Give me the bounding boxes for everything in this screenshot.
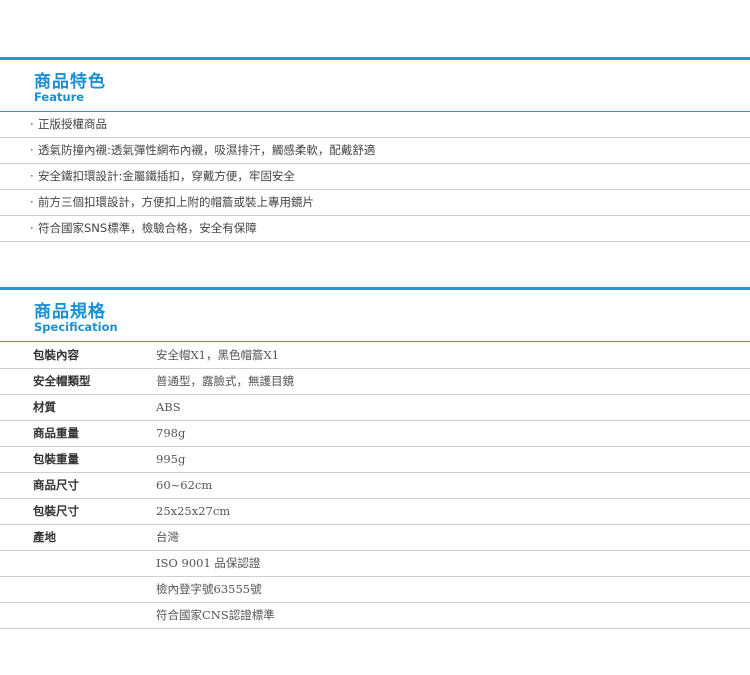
bullet-icon: ·: [30, 195, 34, 209]
feature-item-text: 正版授權商品: [38, 117, 107, 131]
spec-table: 包裝內容 安全帽X1，黑色帽簷X1 安全帽類型 普通型，露臉式，無護目鏡 材質 …: [0, 342, 750, 629]
spec-label: [0, 550, 156, 577]
spec-value: 檢內登字號63555號: [156, 576, 750, 603]
spec-value: 普通型，露臉式，無護目鏡: [156, 368, 750, 395]
spec-section: 商品規格 Specification 包裝內容 安全帽X1，黑色帽簷X1 安全帽…: [0, 287, 750, 629]
feature-item-text: 安全鐵扣環設計:金屬鐵插扣，穿戴方便，牢固安全: [38, 169, 295, 183]
spec-value: ISO 9001 品保認證: [156, 550, 750, 577]
spec-label: [0, 602, 156, 629]
spec-label: 商品重量: [0, 420, 156, 447]
bullet-icon: ·: [30, 143, 34, 157]
feature-item: · 前方三個扣環設計，方便扣上附的帽簷或裝上專用鏡片: [0, 190, 750, 216]
spec-row: 材質 ABS: [0, 394, 750, 421]
spec-subtitle: Specification: [34, 320, 118, 334]
feature-item-text: 前方三個扣環設計，方便扣上附的帽簷或裝上專用鏡片: [38, 195, 314, 209]
spec-title: 商品規格: [34, 302, 106, 322]
spec-row: 符合國家CNS認證標準: [0, 602, 750, 629]
feature-item-text: 符合國家SNS標準，檢驗合格，安全有保障: [38, 221, 257, 235]
feature-header: 商品特色 Feature: [0, 60, 750, 112]
spec-value: 995g: [156, 446, 750, 473]
feature-item: · 透氣防撞內襯:透氣彈性網布內襯，吸濕排汗，觸感柔軟，配戴舒適: [0, 138, 750, 164]
spec-row: 商品重量 798g: [0, 420, 750, 447]
spec-value: 25x25x27cm: [156, 498, 750, 525]
spec-label: 安全帽類型: [0, 368, 156, 395]
feature-item: · 符合國家SNS標準，檢驗合格，安全有保障: [0, 216, 750, 242]
spec-label: 商品尺寸: [0, 472, 156, 499]
spec-row: 商品尺寸 60~62cm: [0, 472, 750, 499]
feature-section: 商品特色 Feature · 正版授權商品 · 透氣防撞內襯:透氣彈性網布內襯，…: [0, 57, 750, 242]
bullet-icon: ·: [30, 169, 34, 183]
feature-list: · 正版授權商品 · 透氣防撞內襯:透氣彈性網布內襯，吸濕排汗，觸感柔軟，配戴舒…: [0, 112, 750, 242]
spec-value: 60~62cm: [156, 472, 750, 499]
feature-item: · 安全鐵扣環設計:金屬鐵插扣，穿戴方便，牢固安全: [0, 164, 750, 190]
feature-title: 商品特色: [34, 72, 106, 92]
spec-value: ABS: [156, 394, 750, 421]
spec-header: 商品規格 Specification: [0, 290, 750, 342]
spec-label: [0, 576, 156, 603]
feature-item: · 正版授權商品: [0, 112, 750, 138]
spec-label: 包裝尺寸: [0, 498, 156, 525]
spec-row: 安全帽類型 普通型，露臉式，無護目鏡: [0, 368, 750, 395]
spec-row: 包裝重量 995g: [0, 446, 750, 473]
spec-row: 包裝內容 安全帽X1，黑色帽簷X1: [0, 342, 750, 369]
spec-row: ISO 9001 品保認證: [0, 550, 750, 577]
spec-row: 包裝尺寸 25x25x27cm: [0, 498, 750, 525]
spec-label: 包裝內容: [0, 342, 156, 369]
spec-label: 產地: [0, 524, 156, 551]
spec-label: 材質: [0, 394, 156, 421]
spec-value: 安全帽X1，黑色帽簷X1: [156, 342, 750, 369]
bullet-icon: ·: [30, 117, 34, 131]
spec-value: 798g: [156, 420, 750, 447]
spec-value: 符合國家CNS認證標準: [156, 602, 750, 629]
feature-subtitle: Feature: [34, 90, 85, 104]
spec-row: 產地 台灣: [0, 524, 750, 551]
spec-row: 檢內登字號63555號: [0, 576, 750, 603]
bullet-icon: ·: [30, 221, 34, 235]
spec-label: 包裝重量: [0, 446, 156, 473]
spec-value: 台灣: [156, 524, 750, 551]
feature-item-text: 透氣防撞內襯:透氣彈性網布內襯，吸濕排汗，觸感柔軟，配戴舒適: [38, 143, 376, 157]
